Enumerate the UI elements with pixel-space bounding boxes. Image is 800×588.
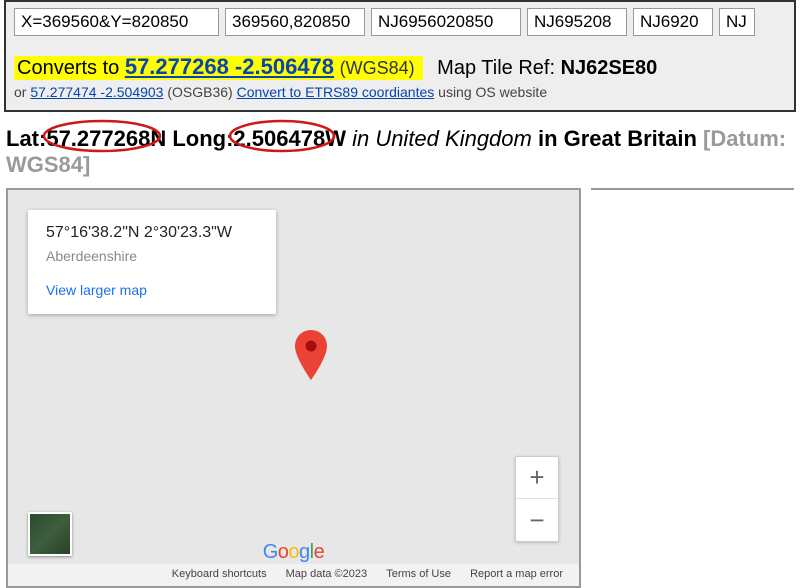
- long-dir: W: [325, 126, 346, 151]
- tile-ref-label: Map Tile Ref:: [437, 57, 560, 79]
- grid-input-4[interactable]: [633, 8, 713, 36]
- long-label: Long:: [166, 126, 233, 151]
- grid-input-6[interactable]: [527, 8, 627, 36]
- osgb-coords-link[interactable]: 57.277474 -2.504903: [30, 84, 163, 100]
- etrs-suffix: using OS website: [434, 84, 547, 100]
- lat-value: 57.277268: [46, 126, 150, 151]
- xy-input[interactable]: [14, 8, 219, 36]
- region-label: in Great Britain: [532, 126, 703, 151]
- map-region: Aberdeenshire: [46, 248, 258, 264]
- zoom-in-button[interactable]: +: [516, 457, 558, 499]
- map-panel[interactable]: 57°16'38.2"N 2°30'23.3"W Aberdeenshire V…: [6, 188, 581, 588]
- tile-ref-value: NJ62SE80: [561, 57, 658, 79]
- long-value: 2.506478: [233, 126, 325, 151]
- osgb-suffix: (OSGB36): [163, 84, 236, 100]
- side-panel: [591, 188, 794, 588]
- country-label: in United Kingdom: [352, 126, 532, 151]
- lat-dir: N: [150, 126, 166, 151]
- map-data-label: Map data ©2023: [286, 568, 368, 580]
- map-coord-dms: 57°16'38.2"N 2°30'23.3"W: [46, 224, 258, 242]
- pair-input[interactable]: [225, 8, 365, 36]
- conversion-panel: Converts to 57.277268 -2.506478 (WGS84) …: [4, 0, 796, 112]
- lat-label: Lat:: [6, 126, 46, 151]
- view-larger-map-link[interactable]: View larger map: [46, 282, 147, 298]
- grid-input-full[interactable]: [371, 8, 521, 36]
- report-error-link[interactable]: Report a map error: [470, 568, 563, 580]
- converts-to-label: Converts to: [17, 57, 125, 79]
- grid-input-square[interactable]: [719, 8, 755, 36]
- wgs84-coords-link[interactable]: 57.277268 -2.506478: [125, 54, 334, 79]
- coordinate-input-row: [14, 8, 786, 36]
- satellite-toggle-thumb[interactable]: [28, 512, 72, 556]
- map-footer: Keyboard shortcuts Map data ©2023 Terms …: [8, 564, 579, 586]
- osgb-line: or 57.277474 -2.504903 (OSGB36) Convert …: [14, 84, 786, 100]
- map-info-card: 57°16'38.2"N 2°30'23.3"W Aberdeenshire V…: [28, 210, 276, 314]
- google-logo: Google: [263, 541, 325, 564]
- latlong-summary: Lat: 57.277268 N Long: 2.506478 W in Uni…: [6, 126, 794, 178]
- etrs89-link[interactable]: Convert to ETRS89 coordiantes: [237, 84, 435, 100]
- terms-link[interactable]: Terms of Use: [386, 568, 451, 580]
- convert-result-line: Converts to 57.277268 -2.506478 (WGS84) …: [14, 54, 786, 80]
- map-marker-icon: [293, 330, 329, 380]
- zoom-control: + −: [515, 456, 559, 542]
- keyboard-shortcuts-link[interactable]: Keyboard shortcuts: [172, 568, 267, 580]
- or-label: or: [14, 84, 30, 100]
- wgs84-label: (WGS84): [340, 58, 415, 78]
- zoom-out-button[interactable]: −: [516, 499, 558, 541]
